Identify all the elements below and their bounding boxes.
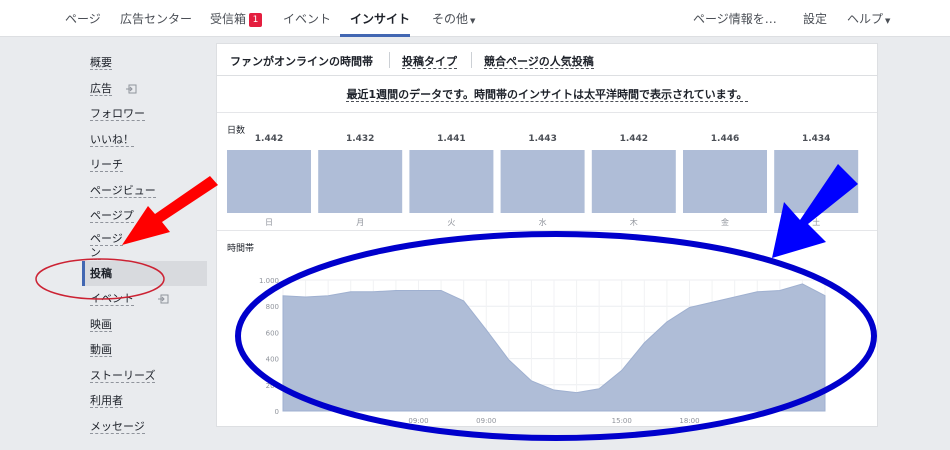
tab-post-types[interactable]: 投稿タイプ xyxy=(402,53,457,69)
nav-help[interactable]: ヘルプ ▼ xyxy=(847,10,890,27)
x-tick-label: 09:00 xyxy=(476,417,496,425)
nav-page[interactable]: ページ xyxy=(65,10,101,27)
bar-category-label: 水 xyxy=(539,217,547,227)
sidebar-item-likes[interactable]: いいね！ xyxy=(82,127,207,153)
sidebar-item-videos[interactable]: 動画 xyxy=(82,337,207,363)
bar-value-label: 1.442 xyxy=(255,134,283,144)
caret-down-icon: ▼ xyxy=(470,17,476,25)
bar-category-label: 金 xyxy=(721,217,729,227)
hours-area-chart: 0 200 400 600 800 1.000 09:00 09:00 15:00 18:00 xyxy=(259,277,826,425)
day-bar[interactable] xyxy=(500,150,585,213)
sidebar-item-events[interactable]: イベント xyxy=(82,286,207,312)
y-tick-label: 1.000 xyxy=(259,277,279,285)
sidebar-item-label: 広告 xyxy=(90,81,112,96)
sidebar-item-stories[interactable]: ストーリーズ xyxy=(82,363,207,389)
caret-down-icon: ▼ xyxy=(885,17,891,25)
sidebar-item-label: 映画 xyxy=(90,317,112,332)
bar-category-label: 日 xyxy=(265,218,273,227)
sidebar-item-reach[interactable]: リーチ xyxy=(82,152,207,178)
bar-category-label: 木 xyxy=(630,217,638,227)
tab-fans-online[interactable]: ファンがオンラインの時間帯 xyxy=(230,53,373,69)
sidebar-item-label: ページ xyxy=(90,231,123,246)
external-link-icon xyxy=(125,84,136,93)
top-nav: ページ 広告センター 受信箱 1 イベント インサイト その他 ▼ ページ情報を… … xyxy=(0,0,950,37)
nav-inbox-label: 受信箱 xyxy=(210,12,247,26)
bar-category-label: 土 xyxy=(812,217,820,227)
sidebar-item-overview[interactable]: 概要 xyxy=(82,50,207,76)
bar-value-label: 1.432 xyxy=(346,134,374,144)
sidebar-item-label: 投稿 xyxy=(90,266,112,280)
sidebar-item-label-cont: ン xyxy=(90,245,101,260)
nav-settings[interactable]: 設定 xyxy=(803,10,827,27)
active-tab-underline xyxy=(340,34,410,37)
data-notice: 最近1週間のデータです。時間帯のインサイトは太平洋時間で表示されています。 xyxy=(217,86,877,102)
bar-category-label: 火 xyxy=(447,218,455,227)
sidebar-item-label: リーチ xyxy=(90,158,123,172)
bar-value-label: 1.434 xyxy=(802,134,830,144)
days-bar-chart: 1.442 日 1.432 月 1.441 火 1.443 水 1.442 木 1.446 金 1.43… xyxy=(227,134,859,227)
day-bar[interactable] xyxy=(774,150,859,213)
bar-value-label: 1.441 xyxy=(437,134,465,144)
tab-separator xyxy=(389,52,390,68)
sidebar-item-movies[interactable]: 映画 xyxy=(82,312,207,338)
tab-label: ファンがオンラインの時間帯 xyxy=(230,55,373,68)
sidebar-item-posts[interactable]: 投稿 xyxy=(82,260,207,286)
day-bar[interactable] xyxy=(318,150,403,213)
x-tick-label: 18:00 xyxy=(679,417,699,425)
sidebar-item-label: いいね！ xyxy=(90,132,134,147)
day-bar[interactable] xyxy=(591,150,676,213)
divider xyxy=(217,230,877,231)
sidebar-item-label: メッセージ xyxy=(90,419,145,434)
sidebar-item-people[interactable]: 利用者 xyxy=(82,388,207,414)
nav-insights[interactable]: インサイト xyxy=(350,10,410,27)
sidebar-item-followers[interactable]: フォロワー xyxy=(82,101,207,127)
data-notice-text: 最近1週間のデータです。時間帯のインサイトは太平洋時間で表示されています。 xyxy=(346,88,748,102)
tab-competitor-posts[interactable]: 競合ページの人気投稿 xyxy=(484,53,594,69)
sidebar-item-page-actions[interactable]: ページン xyxy=(82,229,207,261)
nav-page-info[interactable]: ページ情報を… xyxy=(693,10,777,27)
x-tick-label: 09:00 xyxy=(408,417,428,425)
tab-separator xyxy=(471,52,472,68)
day-bar[interactable] xyxy=(409,150,494,213)
inbox-badge: 1 xyxy=(249,13,263,27)
external-link-icon xyxy=(157,294,168,304)
sidebar-item-label: 動画 xyxy=(90,343,112,357)
tab-bar: ファンがオンラインの時間帯 投稿タイプ 競合ページの人気投稿 xyxy=(217,44,877,76)
y-tick-label: 600 xyxy=(266,329,279,337)
y-tick-label: 800 xyxy=(266,303,279,311)
nav-more-label: その他 xyxy=(432,12,469,26)
sidebar-item-label: 概要 xyxy=(90,56,112,70)
sidebar-item-label: フォロワー xyxy=(90,107,145,121)
y-tick-label: 200 xyxy=(266,382,279,390)
nav-events[interactable]: イベント xyxy=(283,10,331,27)
sidebar-item-page-previews[interactable]: ページプ xyxy=(82,203,207,229)
sidebar-item-messages[interactable]: メッセージ xyxy=(82,414,207,440)
y-tick-label: 0 xyxy=(275,408,279,416)
sidebar-item-label: イベント xyxy=(90,292,134,306)
divider xyxy=(217,112,877,113)
sidebar-item-label: ストーリーズ xyxy=(90,368,156,383)
x-tick-label: 15:00 xyxy=(612,417,632,425)
nav-more[interactable]: その他 ▼ xyxy=(432,10,475,27)
hours-section-label: 時間帯 xyxy=(227,244,255,254)
insights-sidebar: 概要 広告 フォロワー いいね！ リーチ ページビュー ページプ ページン 投稿… xyxy=(82,50,207,439)
sidebar-item-page-views[interactable]: ページビュー xyxy=(82,178,207,204)
sidebar-item-label: ページビュー xyxy=(90,183,156,198)
y-tick-label: 400 xyxy=(266,356,279,364)
bar-category-label: 月 xyxy=(356,218,364,227)
bar-value-label: 1.442 xyxy=(620,134,648,144)
sidebar-item-ads[interactable]: 広告 xyxy=(82,76,207,102)
nav-inbox[interactable]: 受信箱 1 xyxy=(210,10,263,27)
tab-label: 投稿タイプ xyxy=(402,55,457,69)
sidebar-item-label: ページプ xyxy=(90,209,134,223)
posts-insights-panel: ファンがオンラインの時間帯 投稿タイプ 競合ページの人気投稿 最近1週間のデータ… xyxy=(216,43,878,427)
bar-value-label: 1.443 xyxy=(528,134,556,144)
day-bar[interactable] xyxy=(227,150,311,213)
sidebar-item-label: 利用者 xyxy=(90,394,123,408)
day-bar[interactable] xyxy=(683,150,767,213)
nav-help-label: ヘルプ xyxy=(847,12,884,26)
tab-label: 競合ページの人気投稿 xyxy=(484,55,594,69)
bar-value-label: 1.446 xyxy=(711,134,739,144)
nav-ad-center[interactable]: 広告センター xyxy=(120,10,192,27)
